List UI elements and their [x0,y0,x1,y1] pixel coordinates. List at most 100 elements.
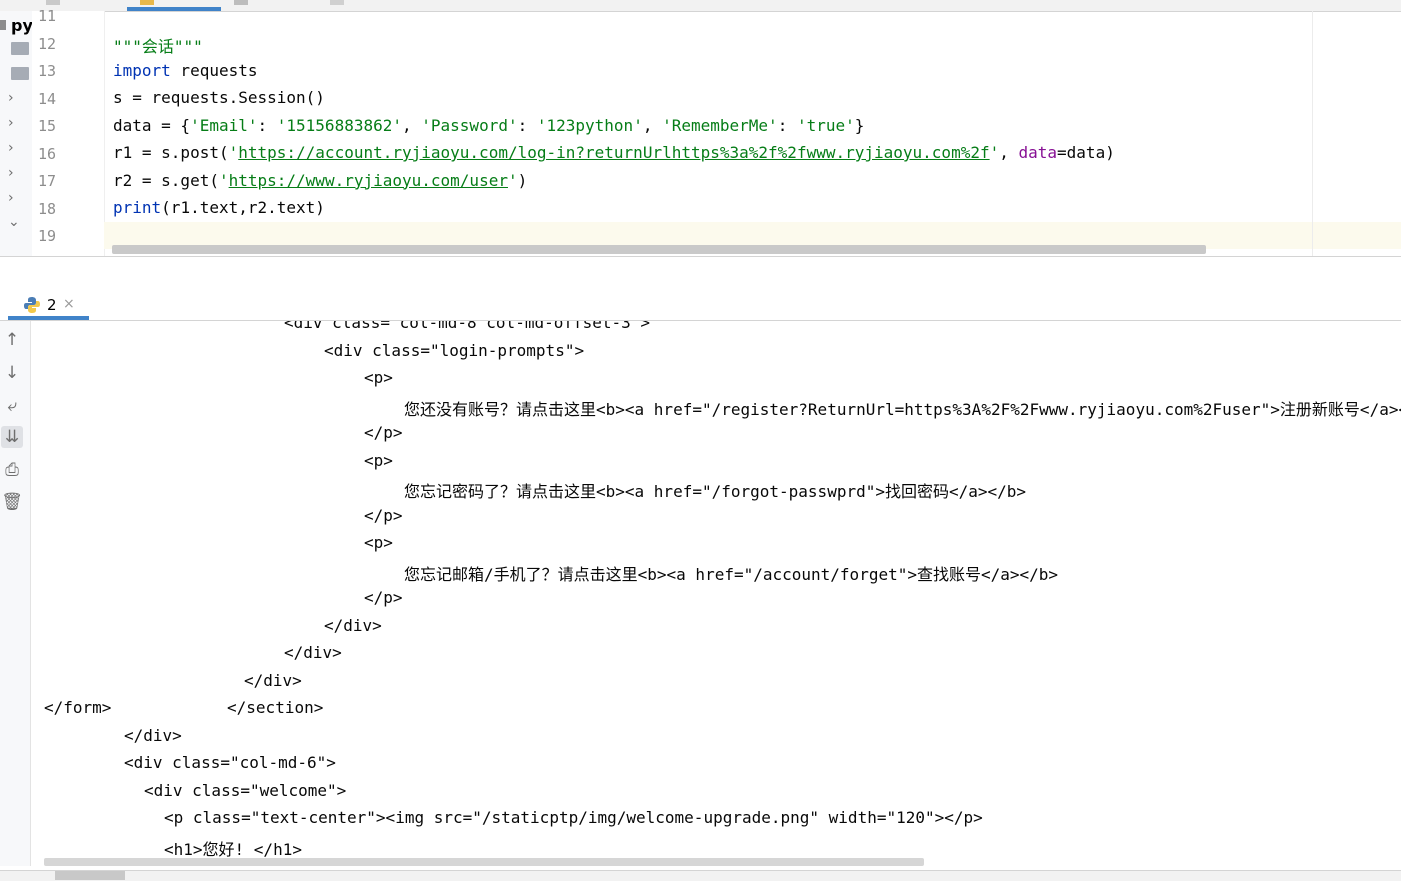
code-token: print [113,198,162,217]
file-icon [234,0,248,5]
console-line: <p> [364,368,393,387]
code-token: } [854,115,865,135]
editor-tab[interactable] [328,0,408,11]
right-margin-guide [1312,11,1313,256]
console-line: </p> [364,588,403,607]
code-line[interactable]: import requests [113,61,258,80]
line-number: 11 [38,7,57,25]
chevron-right-icon[interactable]: › [8,90,22,106]
line-number: 16 [38,144,57,163]
image-file-icon [330,0,344,5]
code-token: import [113,60,171,80]
run-tab-label[interactable]: 2 [47,296,57,314]
run-toolbar: ↑ ↓ ⤶ ⇊ ⎙ 🗑 [0,321,31,866]
code-token: : [517,115,537,135]
code-token: : [777,115,797,135]
console-line: </p> [364,423,403,442]
console-line: <p> [364,450,393,470]
scroll-to-end-icon[interactable]: ⇊ [1,426,23,448]
line-number: 18 [38,199,57,218]
code-token: =data) [1057,143,1115,162]
code-token: data = { [113,115,191,135]
code-token: , [642,115,663,135]
code-token: '15156883862' [276,115,402,135]
console-line: 您忘记邮箱/手机了？请点击这里<b><a href="/account/forg… [404,564,1059,584]
line-number: 17 [38,172,57,190]
console-line: </div> [124,725,182,745]
code-token: ' [228,143,239,162]
code-token: 'RememberMe' [662,115,778,135]
code-token: data [1018,143,1058,162]
console-horizontal-scrollbar[interactable] [44,858,924,866]
status-bar [0,870,1401,881]
python-icon [24,297,40,313]
code-token: , [402,115,422,135]
print-icon[interactable]: ⎙ [1,459,23,481]
code-token: 'Email' [190,115,258,135]
console-line: <div class="col-md-8 col-md-offset-3"> [284,321,651,332]
chevron-down-icon[interactable]: ⌄ [8,214,22,230]
console-line: </p> [364,505,403,525]
code-line[interactable]: data = {'Email': '15156883862', 'Passwor… [113,116,864,135]
code-line[interactable]: r1 = s.post('https://account.ryjiaoyu.co… [113,143,1115,162]
console-line: <div class="login-prompts"> [324,340,585,360]
code-token: ' [218,170,229,190]
code-line[interactable]: """会话""" [113,33,203,57]
arrow-up-icon[interactable]: ↑ [1,329,23,351]
editor-horizontal-scrollbar[interactable] [112,245,1206,254]
console-line: <p> [364,533,393,552]
console-line: </div> [284,643,342,662]
project-label[interactable]: py [11,16,33,35]
code-token: 'Password' [421,115,518,135]
line-number: 14 [38,89,57,108]
console-line: </div> [324,615,382,635]
console-line: </form> </section> [44,698,324,717]
run-tab-bar [0,287,1401,321]
arrow-down-icon[interactable]: ↓ [1,362,23,384]
console-line: <div class="welcome"> [144,780,347,800]
status-bar-segment[interactable] [55,871,125,880]
console-line: 您忘记密码了？请点击这里<b><a href="/forgot-passwprd… [404,482,1027,501]
code-line[interactable]: r2 = s.get('https://www.ryjiaoyu.com/use… [113,171,527,190]
folder-icon[interactable] [11,42,29,55]
code-token: , [999,143,1019,162]
active-tab-indicator [127,7,221,11]
code-token: r1 = s.post( [113,143,229,162]
run-console-output[interactable]: <div class="col-md-8 col-md-offset-3"> <d… [31,321,1401,866]
chevron-right-icon[interactable]: › [8,190,22,206]
code-token: s = requests.Session() [113,88,325,107]
code-token: (r1.text,r2.text) [161,198,325,217]
soft-wrap-icon[interactable]: ⤶ [1,395,23,417]
code-token: ' [989,143,1000,162]
folder-icon[interactable] [11,67,29,80]
console-line: </div> [244,670,302,690]
console-line: <h1>您好! </h1> [164,839,302,859]
chevron-right-icon[interactable]: › [8,140,22,156]
console-line: 您还没有账号？请点击这里<b><a href="/register?Return… [404,399,1401,419]
code-link[interactable]: https://account.ryjiaoyu.com/log-in?retu… [238,143,989,162]
code-link[interactable]: https://www.ryjiaoyu.com/user [229,171,508,190]
python-file-icon [140,0,154,5]
chevron-right-icon[interactable]: › [8,115,22,131]
code-token: r2 = s.get( [113,170,219,190]
trash-icon[interactable]: 🗑 [1,491,23,513]
code-token: : [257,115,277,135]
line-number: 12 [38,34,57,53]
console-line: <div class="col-md-6"> [124,753,336,772]
close-icon[interactable]: × [63,296,75,312]
chevron-right-icon[interactable]: › [8,165,22,181]
code-line[interactable]: print(r1.text,r2.text) [113,198,325,217]
editor-tab[interactable] [232,0,312,11]
code-token: ' [507,170,518,190]
code-line[interactable]: s = requests.Session() [113,88,325,107]
line-number: 13 [38,62,57,80]
line-number: 15 [38,117,57,135]
code-token: 'true' [796,115,855,135]
console-line: <p class="text-center"><img src="/static… [164,808,983,827]
run-tab-active-indicator [8,316,89,320]
line-number: 19 [38,227,57,245]
python-file-icon [46,0,60,5]
code-token: ) [517,170,528,190]
panel-separator [0,256,1401,287]
code-token: """会话""" [113,37,203,56]
